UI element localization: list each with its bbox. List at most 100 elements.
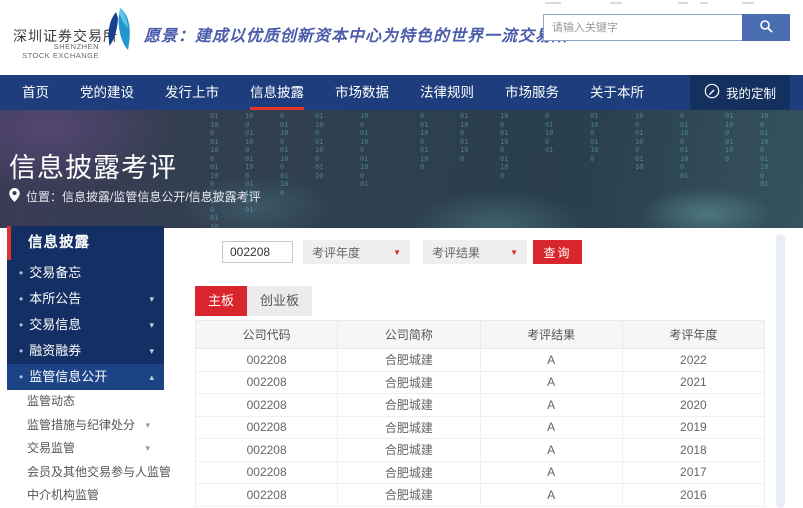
table-cell: 合肥城建 [338, 484, 480, 507]
page-banner: 01 10 0 01 10 0 01 10 0 01 10 0 01 10 10… [0, 110, 803, 228]
sidebar-subitem[interactable]: 监管措施与纪律处分 ▾ [7, 414, 164, 438]
breadcrumb: 位置：信息披露/监管信息公开/信息披露考评 [9, 188, 261, 205]
table-cell: 002208 [196, 394, 338, 417]
table-cell: 2018 [622, 439, 764, 462]
chevron-up-icon: ▴ [149, 364, 154, 390]
chevron-down-icon: ▾ [149, 312, 154, 338]
table-cell: 合肥城建 [338, 394, 480, 417]
search-input[interactable] [543, 14, 742, 41]
page-scrollbar[interactable] [776, 234, 785, 508]
sidebar-item[interactable]: •融资融券▾ [7, 338, 164, 364]
table-cell: 002208 [196, 371, 338, 394]
bullet-icon: • [19, 292, 23, 306]
sidebar-item[interactable]: •本所公告▾ [7, 286, 164, 312]
table-header-cell: 考评结果 [480, 321, 622, 349]
nav-item[interactable]: 信息披露 [250, 75, 304, 110]
table-row[interactable]: 002208合肥城建A2018 [196, 439, 765, 462]
table-cell: 合肥城建 [338, 416, 480, 439]
binary-decoration: 01 10 0 01 10 0 [590, 112, 598, 163]
table-cell: 合肥城建 [338, 349, 480, 372]
site-search [543, 14, 790, 41]
szse-logo-icon [103, 6, 135, 57]
sidebar-subitem-label: 监管措施与纪律处分 [27, 418, 135, 432]
table-cell: 2019 [622, 416, 764, 439]
search-icon [759, 19, 774, 37]
nav-item[interactable]: 市场数据 [335, 75, 389, 110]
logo-en-line2: STOCK EXCHANGE [13, 52, 99, 61]
caret-down-icon: ▼ [393, 248, 401, 257]
sidebar-items: •交易备忘•本所公告▾•交易信息▾•融资融券▾•监管信息公开▴ [7, 260, 164, 390]
binary-decoration: 10 0 01 10 0 01 10 0 [500, 112, 508, 180]
appraisal-table: 公司代码公司简称考评结果考评年度 002208合肥城建A2022002208合肥… [195, 320, 765, 507]
table-row[interactable]: 002208合肥城建A2016 [196, 484, 765, 507]
table-cell: 合肥城建 [338, 461, 480, 484]
cropped-top-link [742, 2, 754, 4]
binary-decoration: 01 10 0 01 10 0 [460, 112, 468, 163]
nav-item[interactable]: 首页 [22, 75, 49, 110]
binary-decoration: 0 01 10 0 01 10 0 01 [680, 112, 688, 180]
nav-item[interactable]: 发行上市 [165, 75, 219, 110]
table-cell: 2022 [622, 349, 764, 372]
main-nav: 首页党的建设发行上市信息披露市场数据法律规则市场服务关于本所 我的定制 [0, 75, 803, 110]
table-cell: A [480, 416, 622, 439]
query-button[interactable]: 查询 [533, 240, 582, 264]
tab-main-board[interactable]: 主板 [195, 286, 247, 316]
cropped-top-link [610, 2, 622, 4]
nav-item[interactable]: 党的建设 [80, 75, 134, 110]
table-cell: 002208 [196, 349, 338, 372]
bullet-icon: • [19, 344, 23, 358]
my-custom-button[interactable]: 我的定制 [690, 75, 790, 110]
nav-item[interactable]: 市场服务 [505, 75, 559, 110]
logo-name-en: SHENZHEN STOCK EXCHANGE [13, 43, 99, 60]
binary-decoration: 0 01 10 0 01 [545, 112, 553, 155]
table-header-row: 公司代码公司简称考评结果考评年度 [196, 321, 765, 349]
bullet-icon: • [19, 266, 23, 280]
table-cell: A [480, 349, 622, 372]
result-dropdown-label: 考评结果 [432, 244, 480, 261]
bullet-icon: • [19, 370, 23, 384]
sidebar-subitem-label: 监管动态 [27, 394, 75, 408]
table-cell: 合肥城建 [338, 439, 480, 462]
binary-decoration: 10 0 01 10 0 01 10 0 01 [360, 112, 368, 189]
year-dropdown[interactable]: 考评年度 ▼ [303, 240, 410, 264]
sidebar-item[interactable]: • 监管信息公开 ▴ [7, 364, 164, 390]
table-row[interactable]: 002208合肥城建A2019 [196, 416, 765, 439]
table-cell: 合肥城建 [338, 371, 480, 394]
table-cell: 2017 [622, 461, 764, 484]
sidebar-item[interactable]: •交易备忘 [7, 260, 164, 286]
table-row[interactable]: 002208合肥城建A2021 [196, 371, 765, 394]
nav-item[interactable]: 关于本所 [590, 75, 644, 110]
table-cell: A [480, 394, 622, 417]
table-header-cell: 公司简称 [338, 321, 480, 349]
result-dropdown[interactable]: 考评结果 ▼ [423, 240, 527, 264]
board-tabs: 主板创业板 [195, 286, 312, 316]
search-button[interactable] [742, 14, 790, 41]
year-dropdown-label: 考评年度 [312, 244, 360, 261]
table-header-cell: 考评年度 [622, 321, 764, 349]
sidebar-subitem[interactable]: 会员及其他交易参与人监管 [7, 461, 164, 485]
table-row[interactable]: 002208合肥城建A2020 [196, 394, 765, 417]
sidebar-subitem[interactable]: 交易监管▾ [7, 437, 164, 461]
binary-decoration: 10 0 01 10 0 01 10 0 01 [760, 112, 768, 189]
nav-item[interactable]: 法律规则 [420, 75, 474, 110]
caret-down-icon: ▼ [510, 248, 518, 257]
sidebar-subitem-label: 交易监管 [27, 441, 75, 455]
table-cell: 002208 [196, 484, 338, 507]
chevron-down-icon: ▾ [149, 338, 154, 364]
location-pin-icon [9, 188, 20, 205]
chevron-down-icon: ▾ [145, 414, 150, 438]
company-code-input[interactable] [222, 241, 293, 263]
table-cell: 002208 [196, 461, 338, 484]
cropped-top-link [700, 2, 708, 4]
table-cell: A [480, 484, 622, 507]
table-row[interactable]: 002208合肥城建A2017 [196, 461, 765, 484]
sidebar-subitem-label: 中介机构监管 [27, 488, 99, 502]
sidebar-subitem[interactable]: 中介机构监管 [7, 484, 164, 508]
sidebar-item[interactable]: •交易信息▾ [7, 312, 164, 338]
sidebar-subitem[interactable]: 监管动态 [7, 390, 164, 414]
tab-chinext[interactable]: 创业板 [247, 286, 312, 316]
table-cell: A [480, 439, 622, 462]
table-row[interactable]: 002208合肥城建A2022 [196, 349, 765, 372]
sidebar-item-label: 监管信息公开 [29, 369, 107, 384]
cropped-top-link [545, 2, 561, 4]
